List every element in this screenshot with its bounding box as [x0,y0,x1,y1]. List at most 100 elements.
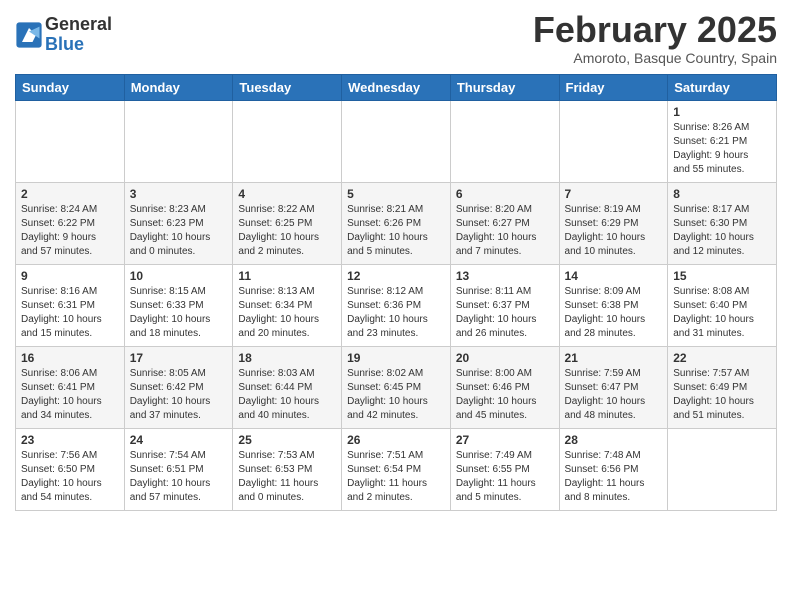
calendar-cell [559,100,668,182]
day-number: 20 [456,351,554,365]
day-number: 11 [238,269,336,283]
day-info: Sunrise: 7:59 AM Sunset: 6:47 PM Dayligh… [565,367,663,423]
day-info: Sunrise: 8:23 AM Sunset: 6:23 PM Dayligh… [130,203,228,259]
day-number: 13 [456,269,554,283]
day-number: 14 [565,269,663,283]
day-number: 15 [673,269,771,283]
day-info: Sunrise: 8:19 AM Sunset: 6:29 PM Dayligh… [565,203,663,259]
day-info: Sunrise: 7:54 AM Sunset: 6:51 PM Dayligh… [130,449,228,505]
day-info: Sunrise: 8:26 AM Sunset: 6:21 PM Dayligh… [673,121,771,177]
day-info: Sunrise: 8:21 AM Sunset: 6:26 PM Dayligh… [347,203,445,259]
day-number: 12 [347,269,445,283]
calendar-cell: 6 Sunrise: 8:20 AM Sunset: 6:27 PM Daylig… [450,182,559,264]
calendar-cell: 25Sunrise: 7:53 AM Sunset: 6:53 PM Dayli… [233,428,342,510]
logo-general: General [45,15,112,35]
calendar-cell: 12 Sunrise: 8:12 AM Sunset: 6:36 PM Dayli… [342,264,451,346]
location: Amoroto, Basque Country, Spain [533,50,777,66]
day-info: Sunrise: 7:57 AM Sunset: 6:49 PM Dayligh… [673,367,771,423]
calendar-cell: 23Sunrise: 7:56 AM Sunset: 6:50 PM Dayli… [16,428,125,510]
day-number: 10 [130,269,228,283]
day-info: Sunrise: 8:06 AM Sunset: 6:41 PM Dayligh… [21,367,119,423]
day-number: 5 [347,187,445,201]
day-info: Sunrise: 8:17 AM Sunset: 6:30 PM Dayligh… [673,203,771,259]
weekday-header: Sunday [16,74,125,100]
calendar-cell: 20 Sunrise: 8:00 AM Sunset: 6:46 PM Dayli… [450,346,559,428]
day-info: Sunrise: 8:03 AM Sunset: 6:44 PM Dayligh… [238,367,336,423]
day-number: 21 [565,351,663,365]
calendar-cell: 1 Sunrise: 8:26 AM Sunset: 6:21 PM Daylig… [668,100,777,182]
calendar-week-row: 23Sunrise: 7:56 AM Sunset: 6:50 PM Dayli… [16,428,777,510]
calendar-cell [124,100,233,182]
day-number: 4 [238,187,336,201]
weekday-header: Friday [559,74,668,100]
day-info: Sunrise: 8:22 AM Sunset: 6:25 PM Dayligh… [238,203,336,259]
day-number: 16 [21,351,119,365]
calendar-week-row: 9 Sunrise: 8:16 AM Sunset: 6:31 PM Daylig… [16,264,777,346]
calendar: SundayMondayTuesdayWednesdayThursdayFrid… [15,74,777,511]
day-number: 23 [21,433,119,447]
day-number: 3 [130,187,228,201]
day-number: 1 [673,105,771,119]
calendar-cell: 19 Sunrise: 8:02 AM Sunset: 6:45 PM Dayli… [342,346,451,428]
calendar-cell: 27Sunrise: 7:49 AM Sunset: 6:55 PM Dayli… [450,428,559,510]
day-info: Sunrise: 8:05 AM Sunset: 6:42 PM Dayligh… [130,367,228,423]
calendar-cell: 11 Sunrise: 8:13 AM Sunset: 6:34 PM Dayli… [233,264,342,346]
calendar-cell: 22 Sunrise: 7:57 AM Sunset: 6:49 PM Dayli… [668,346,777,428]
calendar-cell: 15Sunrise: 8:08 AM Sunset: 6:40 PM Dayli… [668,264,777,346]
calendar-cell: 14 Sunrise: 8:09 AM Sunset: 6:38 PM Dayli… [559,264,668,346]
day-number: 28 [565,433,663,447]
calendar-cell [233,100,342,182]
weekday-header: Saturday [668,74,777,100]
calendar-cell: 5 Sunrise: 8:21 AM Sunset: 6:26 PM Daylig… [342,182,451,264]
calendar-cell: 7 Sunrise: 8:19 AM Sunset: 6:29 PM Daylig… [559,182,668,264]
calendar-cell [342,100,451,182]
title-block: February 2025 Amoroto, Basque Country, S… [533,10,777,66]
day-info: Sunrise: 8:11 AM Sunset: 6:37 PM Dayligh… [456,285,554,341]
day-number: 17 [130,351,228,365]
day-number: 2 [21,187,119,201]
logo: General Blue [15,15,112,55]
day-info: Sunrise: 8:15 AM Sunset: 6:33 PM Dayligh… [130,285,228,341]
day-info: Sunrise: 8:13 AM Sunset: 6:34 PM Dayligh… [238,285,336,341]
calendar-cell: 10 Sunrise: 8:15 AM Sunset: 6:33 PM Dayli… [124,264,233,346]
calendar-cell: 26Sunrise: 7:51 AM Sunset: 6:54 PM Dayli… [342,428,451,510]
day-info: Sunrise: 8:00 AM Sunset: 6:46 PM Dayligh… [456,367,554,423]
day-number: 19 [347,351,445,365]
calendar-cell: 8 Sunrise: 8:17 AM Sunset: 6:30 PM Daylig… [668,182,777,264]
calendar-week-row: 16 Sunrise: 8:06 AM Sunset: 6:41 PM Dayli… [16,346,777,428]
calendar-cell: 24 Sunrise: 7:54 AM Sunset: 6:51 PM Dayli… [124,428,233,510]
calendar-cell: 16 Sunrise: 8:06 AM Sunset: 6:41 PM Dayli… [16,346,125,428]
calendar-cell: 17 Sunrise: 8:05 AM Sunset: 6:42 PM Dayli… [124,346,233,428]
day-info: Sunrise: 8:24 AM Sunset: 6:22 PM Dayligh… [21,203,119,259]
day-info: Sunrise: 7:53 AM Sunset: 6:53 PM Dayligh… [238,449,336,505]
calendar-cell [668,428,777,510]
calendar-cell: 3 Sunrise: 8:23 AM Sunset: 6:23 PM Daylig… [124,182,233,264]
calendar-cell: 2 Sunrise: 8:24 AM Sunset: 6:22 PM Daylig… [16,182,125,264]
day-info: Sunrise: 8:12 AM Sunset: 6:36 PM Dayligh… [347,285,445,341]
day-number: 22 [673,351,771,365]
calendar-cell: 9 Sunrise: 8:16 AM Sunset: 6:31 PM Daylig… [16,264,125,346]
weekday-header: Monday [124,74,233,100]
weekday-header-row: SundayMondayTuesdayWednesdayThursdayFrid… [16,74,777,100]
day-info: Sunrise: 7:49 AM Sunset: 6:55 PM Dayligh… [456,449,554,505]
day-info: Sunrise: 8:20 AM Sunset: 6:27 PM Dayligh… [456,203,554,259]
month-title: February 2025 [533,10,777,50]
day-number: 8 [673,187,771,201]
logo-icon [15,21,43,49]
calendar-cell: 18 Sunrise: 8:03 AM Sunset: 6:44 PM Dayli… [233,346,342,428]
day-info: Sunrise: 8:09 AM Sunset: 6:38 PM Dayligh… [565,285,663,341]
day-number: 7 [565,187,663,201]
header: General Blue February 2025 Amoroto, Basq… [15,10,777,66]
day-number: 18 [238,351,336,365]
page: General Blue February 2025 Amoroto, Basq… [0,0,792,526]
day-number: 9 [21,269,119,283]
day-number: 24 [130,433,228,447]
day-number: 26 [347,433,445,447]
day-number: 6 [456,187,554,201]
calendar-cell: 21 Sunrise: 7:59 AM Sunset: 6:47 PM Dayli… [559,346,668,428]
weekday-header: Tuesday [233,74,342,100]
day-info: Sunrise: 8:16 AM Sunset: 6:31 PM Dayligh… [21,285,119,341]
day-info: Sunrise: 8:02 AM Sunset: 6:45 PM Dayligh… [347,367,445,423]
weekday-header: Wednesday [342,74,451,100]
calendar-cell [16,100,125,182]
